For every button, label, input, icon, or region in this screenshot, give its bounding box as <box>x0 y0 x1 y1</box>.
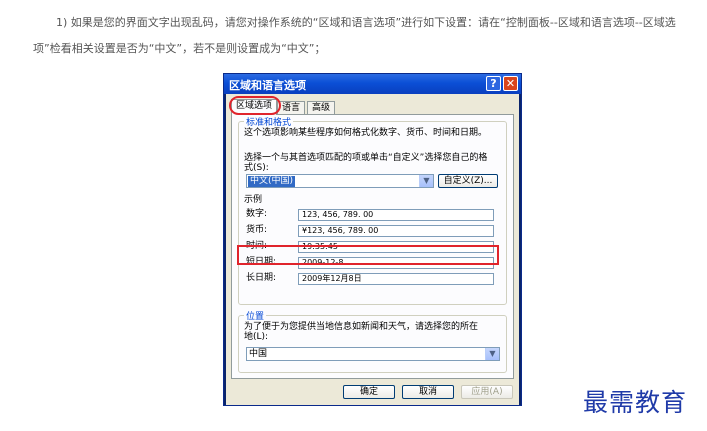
instruction-line-1: 1) 如果是您的界面文字出现乱码，请您对操作系统的“区域和语言选项”进行如下设置… <box>56 16 676 29</box>
chevron-down-icon[interactable]: ▼ <box>419 175 433 187</box>
standards-description: 这个选项影响某些程序如何格式化数字、货币、时间和日期。 <box>244 128 488 138</box>
apply-button[interactable]: 应用(A) <box>461 385 513 399</box>
location-description-line1: 为了便于为您提供当地信息如新闻和天气，请选择您的所在 <box>244 322 479 332</box>
sample-section-title: 示例 <box>244 195 263 205</box>
sample-number-field: 123, 456, 789. 00 <box>298 209 494 221</box>
location-select[interactable]: 中国 ▼ <box>246 347 500 361</box>
choose-format-label-line1: 选择一个与其首选项匹配的项或单击“自定义”选择您自己的格 <box>244 153 488 163</box>
instruction-line-2: 项”检看相关设置是否为“中文”，若不是则设置成为“中文”； <box>33 42 326 55</box>
dialog-title: 区域和语言选项 <box>229 79 306 92</box>
ok-button[interactable]: 确定 <box>343 385 395 399</box>
dialog-titlebar[interactable]: 区域和语言选项 ? ✕ <box>224 74 521 94</box>
sample-number-label: 数字: <box>246 209 268 219</box>
help-button[interactable]: ? <box>486 76 501 91</box>
cancel-button[interactable]: 取消 <box>402 385 454 399</box>
sample-long-date-field: 2009年12月8日 <box>298 273 494 285</box>
customize-button[interactable]: 自定义(Z)... <box>438 174 498 188</box>
locale-format-select[interactable]: 中文(中国) ▼ <box>246 174 434 188</box>
sample-currency-label: 货币: <box>246 225 268 235</box>
region-language-dialog: 区域和语言选项 ? ✕ 区域选项 语言 高级 标准和格式 这个选项影响某些程序如… <box>223 73 522 406</box>
sample-long-date-value: 2009年12月8日 <box>302 274 362 283</box>
close-button[interactable]: ✕ <box>503 76 518 91</box>
format-highlight-box <box>237 245 499 265</box>
sample-long-date-label: 长日期: <box>246 273 277 283</box>
sample-currency-field: ¥123, 456, 789. 00 <box>298 225 494 237</box>
location-group-title: 位置 <box>244 309 267 322</box>
location-value: 中国 <box>249 349 268 359</box>
location-description-line2: 地(L): <box>244 332 269 342</box>
watermark-logo: 最需教育 <box>583 388 688 417</box>
close-icon: ✕ <box>505 77 516 90</box>
dialog-client-area: 区域选项 语言 高级 标准和格式 这个选项影响某些程序如何格式化数字、货币、时间… <box>226 94 519 405</box>
choose-format-label-line2: 式(S): <box>244 163 269 173</box>
locale-format-value: 中文(中国) <box>248 176 296 187</box>
tab-languages[interactable]: 语言 <box>277 101 306 114</box>
chevron-down-icon[interactable]: ▼ <box>485 348 499 360</box>
tab-advanced[interactable]: 高级 <box>307 101 336 114</box>
sample-currency-value: ¥123, 456, 789. 00 <box>302 226 379 235</box>
standards-group-title: 标准和格式 <box>244 115 294 128</box>
help-icon: ? <box>490 77 497 90</box>
sample-number-value: 123, 456, 789. 00 <box>302 210 374 219</box>
tab-highlight-circle <box>229 96 281 115</box>
